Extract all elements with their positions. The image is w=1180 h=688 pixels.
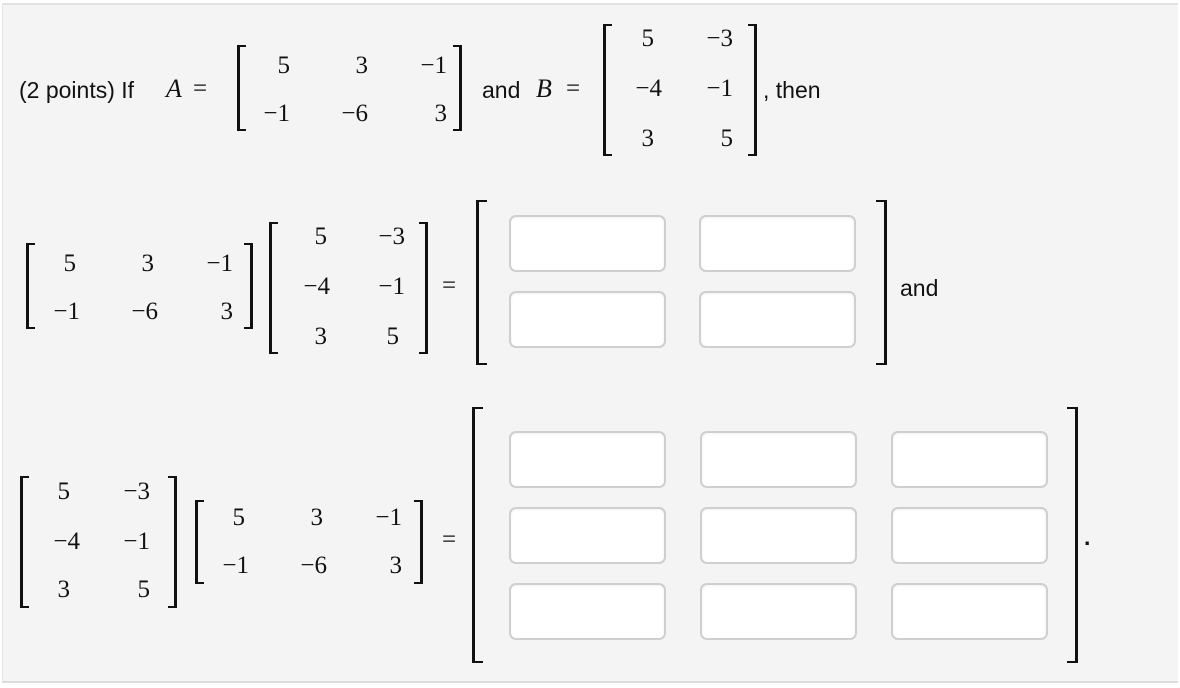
var-a: A <box>166 74 182 103</box>
ab-cell-1-2[interactable] <box>699 215 856 272</box>
matrix-cell: 3 <box>314 323 328 350</box>
ba-cell-3-1[interactable] <box>509 583 666 640</box>
right-bracket <box>876 200 887 365</box>
ba-cell-2-1[interactable] <box>509 507 666 564</box>
points-label: (2 points) If <box>19 77 135 103</box>
period: . <box>1084 524 1091 550</box>
matrix-cell: 3 <box>57 576 71 603</box>
matrix-cell: −4 <box>303 273 330 300</box>
var-b: B <box>536 74 552 103</box>
ab-cell-2-1[interactable] <box>509 291 666 348</box>
equals-sign: = <box>442 526 457 553</box>
matrix-cell: −1 <box>206 250 233 277</box>
matrix-cell: 3 <box>310 504 324 531</box>
matrix-cell: −1 <box>378 273 405 300</box>
ba-cell-1-2[interactable] <box>700 431 857 488</box>
right-bracket <box>1067 407 1078 663</box>
right-bracket <box>168 476 177 608</box>
matrix-cell: −1 <box>263 100 290 127</box>
and-label: and <box>900 275 939 301</box>
equals-sign: = <box>193 75 208 102</box>
matrix-cell: 3 <box>389 552 403 579</box>
ba-cell-2-2[interactable] <box>700 507 857 564</box>
matrix-cell: 5 <box>277 52 291 79</box>
left-bracket <box>472 407 483 663</box>
equals-sign: = <box>566 75 581 102</box>
matrix-cell: 5 <box>232 504 246 531</box>
matrix-cell: 3 <box>434 100 448 127</box>
ab-cell-2-2[interactable] <box>699 291 856 348</box>
matrix-cell: −1 <box>420 52 447 79</box>
matrix-cell: 5 <box>137 576 151 603</box>
matrix-cell: 3 <box>641 125 655 152</box>
equals-sign: = <box>442 272 457 299</box>
right-bracket <box>414 500 423 584</box>
ba-cell-1-1[interactable] <box>509 431 666 488</box>
matrix-cell: 5 <box>57 478 71 505</box>
matrix-cell: −1 <box>222 552 249 579</box>
matrix-cell: −1 <box>123 528 150 555</box>
matrix-cell: 5 <box>720 125 734 152</box>
matrix-cell: −3 <box>123 478 150 505</box>
matrix-cell: −1 <box>375 504 402 531</box>
ab-cell-1-1[interactable] <box>509 215 666 272</box>
matrix-cell: −6 <box>341 100 368 127</box>
then-label: , then <box>763 77 821 103</box>
matrix-cell: 5 <box>641 25 655 52</box>
left-bracket <box>476 200 487 365</box>
matrix-cell: 3 <box>220 298 234 325</box>
matrix-cell: −1 <box>706 75 733 102</box>
matrix-cell: −1 <box>53 298 80 325</box>
matrix-cell: −3 <box>706 25 733 52</box>
matrix-cell: −6 <box>131 298 158 325</box>
matrix-cell: −6 <box>300 552 327 579</box>
right-bracket <box>419 222 428 354</box>
matrix-cell: 3 <box>355 52 369 79</box>
right-bracket <box>453 45 462 131</box>
right-bracket <box>244 243 253 329</box>
matrix-cell: 3 <box>141 250 155 277</box>
and-label: and <box>482 77 521 103</box>
matrix-cell: −4 <box>635 75 662 102</box>
matrix-cell: 5 <box>63 250 77 277</box>
ba-cell-1-3[interactable] <box>891 431 1048 488</box>
matrix-cell: 5 <box>386 323 400 350</box>
right-bracket <box>748 24 757 156</box>
matrix-cell: −4 <box>53 528 80 555</box>
matrix-cell: 5 <box>314 223 328 250</box>
ba-cell-3-3[interactable] <box>891 583 1048 640</box>
matrix-cell: −3 <box>378 223 405 250</box>
ba-cell-2-3[interactable] <box>891 507 1048 564</box>
ba-cell-3-2[interactable] <box>700 583 857 640</box>
